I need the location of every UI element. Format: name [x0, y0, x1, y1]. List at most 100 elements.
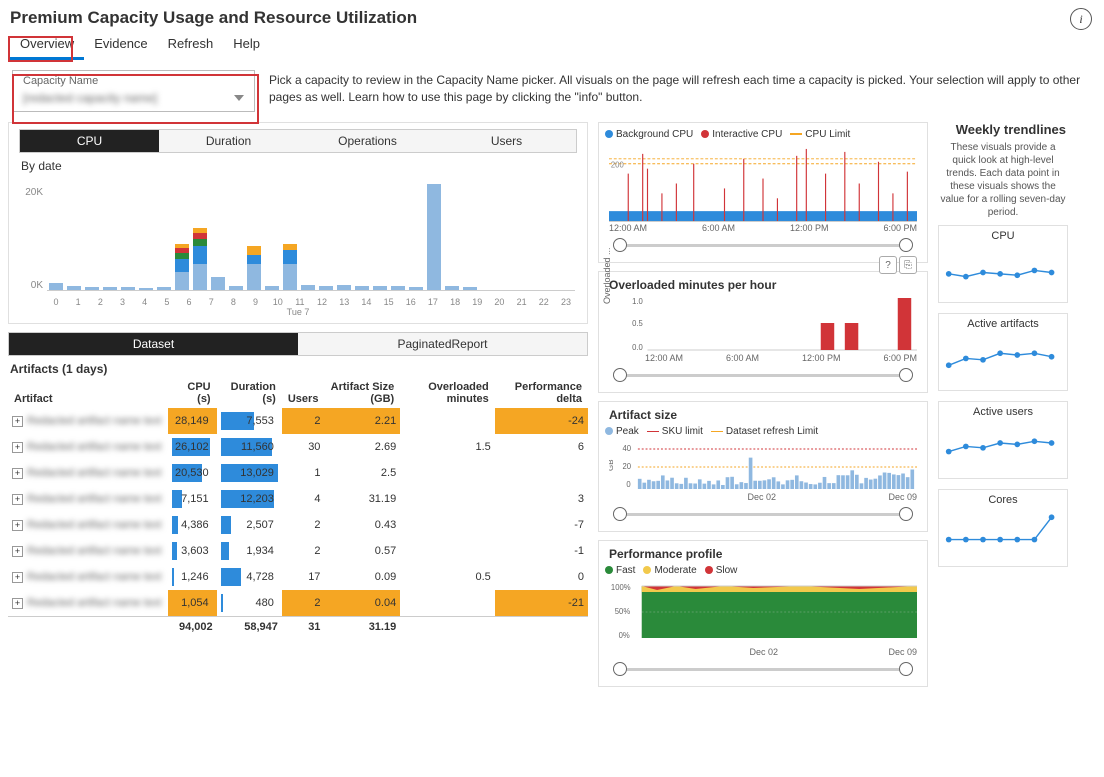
slider-knob-left[interactable]	[613, 238, 627, 252]
table-row[interactable]: +Redacted artifact name text 28,149 7,55…	[8, 408, 588, 434]
capacity-name-picker[interactable]: Capacity Name [redacted capacity name]	[12, 70, 255, 112]
slider-knob-left[interactable]	[613, 368, 627, 382]
help-icon[interactable]: ?	[879, 256, 897, 274]
tab-evidence[interactable]: Evidence	[84, 32, 157, 60]
overloaded-title: Overloaded minutes per hour	[605, 276, 921, 294]
xtick: 6:00 PM	[883, 353, 917, 363]
copy-icon[interactable]: ⎘	[899, 256, 917, 274]
th-cpu[interactable]: CPU (s)	[168, 378, 217, 408]
xtick: Dec 02	[749, 647, 778, 657]
totals-row: 94,00258,9473131.19	[8, 617, 588, 638]
weekly-card-label: Cores	[943, 494, 1063, 508]
overloaded-card: Overloaded minutes per hour Overloaded .…	[598, 271, 928, 393]
th-duration[interactable]: Duration (s)	[217, 378, 282, 408]
svg-text:GB: GB	[609, 459, 615, 471]
cpu-timeline-card: Background CPU Interactive CPU CPU Limit	[598, 122, 928, 263]
size-slider[interactable]	[605, 503, 921, 525]
info-button[interactable]: i	[1070, 8, 1092, 30]
segment-dataset[interactable]: Dataset	[9, 333, 298, 355]
segment-cpu[interactable]: CPU	[20, 130, 159, 152]
perf-slider[interactable]	[605, 658, 921, 680]
performance-card: Performance profile Fast Moderate Slow 1…	[598, 540, 928, 687]
tab-help[interactable]: Help	[223, 32, 270, 60]
svg-text:0.5: 0.5	[632, 319, 643, 328]
perf-legend: Fast Moderate Slow	[605, 563, 921, 578]
overloaded-chart[interactable]: Overloaded ... 1.0 0.5 0.0	[609, 296, 917, 352]
expand-icon[interactable]: +	[12, 598, 23, 609]
weekly-card-active-artifacts[interactable]: Active artifacts	[938, 313, 1068, 391]
ytick: 0K	[15, 280, 43, 291]
performance-chart[interactable]: 100% 50% 0%	[609, 580, 917, 646]
xtick: Dec 02	[747, 492, 776, 502]
performance-title: Performance profile	[605, 545, 921, 563]
tab-refresh[interactable]: Refresh	[158, 32, 224, 60]
expand-icon[interactable]: +	[12, 494, 23, 505]
slider-knob-right[interactable]	[899, 368, 913, 382]
slider-knob-right[interactable]	[899, 662, 913, 676]
by-date-chart[interactable]: 20K 0K 012345678910111213141516171819202…	[15, 177, 581, 307]
weekly-card-label: Active artifacts	[943, 318, 1063, 332]
artifact-size-title: Artifact size	[605, 406, 921, 424]
expand-icon[interactable]: +	[12, 572, 23, 583]
chevron-down-icon	[234, 95, 244, 101]
cpu-time-slider[interactable]: ? ⎘	[605, 234, 921, 256]
weekly-desc: These visuals provide a quick look at hi…	[938, 141, 1068, 225]
capacity-picker-label: Capacity Name	[23, 75, 244, 87]
slider-knob-left[interactable]	[613, 507, 627, 521]
segment-users[interactable]: Users	[437, 130, 576, 152]
th-perf[interactable]: Performance delta	[495, 378, 588, 408]
x-sub: Tue 7	[15, 307, 581, 317]
slider-knob-left[interactable]	[613, 662, 627, 676]
expand-icon[interactable]: +	[12, 546, 23, 557]
table-row[interactable]: +Redacted artifact name text 20,530 13,0…	[8, 460, 588, 486]
page-title: Premium Capacity Usage and Resource Util…	[10, 8, 1094, 28]
size-legend: Peak SKU limit Dataset refresh Limit	[605, 424, 921, 439]
expand-icon[interactable]: +	[12, 442, 23, 453]
slider-knob-right[interactable]	[899, 507, 913, 521]
tab-overview[interactable]: Overview	[10, 32, 84, 60]
page-description: Pick a capacity to review in the Capacit…	[269, 70, 1092, 112]
nav-tabs: Overview Evidence Refresh Help	[0, 28, 1104, 60]
table-row[interactable]: +Redacted artifact name text 7,151 12,20…	[8, 486, 588, 512]
artifacts-title: Artifacts (1 days)	[8, 356, 588, 378]
svg-text:50%: 50%	[615, 607, 630, 616]
xtick: 12:00 PM	[802, 353, 841, 363]
artifacts-table: Artifact CPU (s) Duration (s) Users Arti…	[8, 378, 588, 637]
th-users[interactable]: Users	[282, 378, 325, 408]
expand-icon[interactable]: +	[12, 520, 23, 531]
xtick: 6:00 AM	[726, 353, 759, 363]
metric-segment: CPU Duration Operations Users	[19, 129, 577, 153]
svg-text:0%: 0%	[619, 631, 630, 640]
th-artifact[interactable]: Artifact	[8, 378, 168, 408]
artifact-size-chart[interactable]: GB 40 20 0	[609, 441, 917, 491]
xtick: 6:00 PM	[883, 223, 917, 233]
artifact-size-card: Artifact size Peak SKU limit Dataset ref…	[598, 401, 928, 532]
expand-icon[interactable]: +	[12, 416, 23, 427]
table-row[interactable]: +Redacted artifact name text 3,603 1,934…	[8, 538, 588, 564]
table-row[interactable]: +Redacted artifact name text 1,246 4,728…	[8, 564, 588, 590]
expand-icon[interactable]: +	[12, 468, 23, 479]
table-row[interactable]: +Redacted artifact name text 26,102 11,5…	[8, 434, 588, 460]
cpu-legend: Background CPU Interactive CPU CPU Limit	[605, 127, 921, 142]
weekly-card-active-users[interactable]: Active users	[938, 401, 1068, 479]
overloaded-slider[interactable]	[605, 364, 921, 386]
svg-text:20: 20	[622, 462, 631, 471]
svg-text:40: 40	[622, 444, 631, 453]
table-row[interactable]: +Redacted artifact name text 4,386 2,507…	[8, 512, 588, 538]
segment-paginated[interactable]: PaginatedReport	[298, 333, 587, 355]
weekly-card-label: Active users	[943, 406, 1063, 420]
cpu-timeline-chart[interactable]: 200	[609, 144, 917, 222]
by-date-subtitle: By date	[15, 157, 581, 177]
segment-operations[interactable]: Operations	[298, 130, 437, 152]
xtick: 12:00 PM	[790, 223, 829, 233]
weekly-card-cpu[interactable]: CPU	[938, 225, 1068, 303]
y-label: Overloaded ...	[602, 247, 612, 304]
by-date-card: CPU Duration Operations Users By date 20…	[8, 122, 588, 324]
slider-knob-right[interactable]	[899, 238, 913, 252]
th-overloaded[interactable]: Overloaded minutes	[400, 378, 495, 408]
table-row[interactable]: +Redacted artifact name text 1,054 480 2…	[8, 590, 588, 617]
weekly-card-cores[interactable]: Cores	[938, 489, 1068, 567]
th-size[interactable]: Artifact Size (GB)	[324, 378, 400, 408]
segment-duration[interactable]: Duration	[159, 130, 298, 152]
svg-text:0.0: 0.0	[632, 343, 643, 352]
